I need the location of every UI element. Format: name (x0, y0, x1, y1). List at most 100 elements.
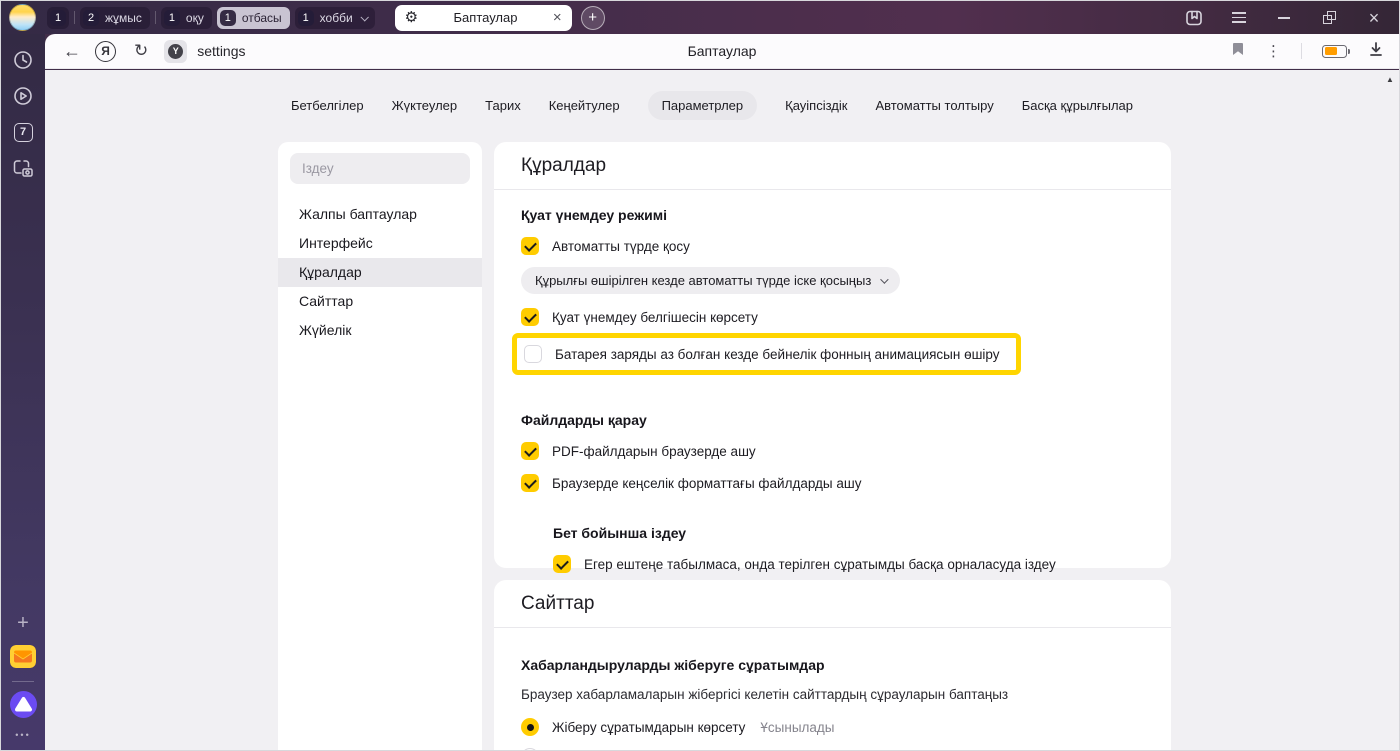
scrollbar-up-icon[interactable]: ▲ (1384, 75, 1396, 84)
checkbox-label[interactable]: Автоматты түрде қосу (552, 239, 690, 254)
active-tab-settings[interactable]: ⚙ Баптаулар × (395, 5, 572, 31)
back-icon[interactable]: ← (63, 41, 81, 62)
sidebar-item-tools[interactable]: Құралдар (278, 258, 482, 287)
profile-avatar[interactable] (9, 4, 36, 31)
alice-assistant-icon[interactable] (10, 691, 37, 718)
tab-group-count: 2 (83, 10, 99, 26)
new-tab-button[interactable]: + (581, 6, 605, 30)
tools-card-body: Қуат үнемдеу режимі Автоматты түрде қосу… (494, 207, 1171, 573)
checkbox-label[interactable]: Қуат үнемдеу белгішесін көрсету (552, 310, 758, 325)
toolbar-right: ⋮ (1230, 40, 1385, 63)
sites-card: Сайттар Хабарландыруларды жіберуге сұрат… (494, 580, 1171, 751)
tab-settings[interactable]: Параметрлер (648, 91, 758, 120)
tab-downloads[interactable]: Жүктеулер (392, 98, 458, 113)
tab-group-work[interactable]: 2 жұмыс (80, 7, 150, 29)
settings-page: ▲ Бетбелгілер Жүктеулер Тарих Кеңейтулер… (45, 70, 1399, 750)
checkbox-row-show-icon: Қуат үнемдеу белгішесін көрсету (521, 308, 1144, 326)
checkbox-checked-icon[interactable] (521, 237, 539, 255)
settings-sidebar-list: Жалпы баптаулар Интерфейс Құралдар Сайтт… (278, 200, 482, 345)
menu-icon[interactable] (1230, 9, 1248, 27)
history-icon[interactable] (9, 46, 37, 74)
checkbox-label[interactable]: Батарея заряды аз болған кезде бейнелік … (555, 347, 1000, 362)
checkbox-label[interactable]: Егер ештеңе табылмаса, онда терілген сұр… (584, 557, 1056, 572)
checkbox-checked-icon[interactable] (521, 474, 539, 492)
tab-groups: 1 2 жұмыс 1 оқу 1 отбасы 1 хобби (47, 7, 375, 29)
tab-autofill[interactable]: Автоматты толтыру (875, 98, 993, 113)
yandex-logo-icon[interactable]: Я (95, 41, 116, 62)
sidebar-item-sites[interactable]: Сайттар (278, 287, 482, 316)
checkbox-checked-icon[interactable] (521, 442, 539, 460)
notifications-description: Браузер хабарламаларын жібергісі келетін… (521, 687, 1144, 702)
radio-label[interactable]: Жіберу сұратымдарын көрсету (552, 720, 745, 735)
tab-bookmarks[interactable]: Бетбелгілер (291, 98, 364, 113)
address-bar-url[interactable]: settings (197, 43, 245, 59)
page-favicon: Y (164, 40, 187, 63)
checkbox-row-office: Браузерде кеңселік форматтағы файлдарды … (521, 474, 1144, 492)
tabs-counter-icon[interactable]: 7 (9, 118, 37, 146)
tab-history[interactable]: Тарих (485, 98, 521, 113)
chevron-down-icon (360, 13, 368, 21)
tab-group-hobby[interactable]: 1 хобби (295, 7, 375, 29)
side-panel: 7 + (1, 34, 45, 750)
page-search-subsection-title: Бет бойынша іздеу (553, 525, 1144, 541)
tab-group-count: 1 (220, 10, 236, 26)
tab-security[interactable]: Қауіпсіздік (785, 98, 847, 113)
tab-group-separator (155, 11, 156, 24)
tools-card: Құралдар Қуат үнемдеу режимі Автоматты т… (494, 142, 1171, 568)
files-section-title: Файлдарды қарау (521, 412, 1144, 428)
main-column: ← Я ↻ Y settings Баптаулар ⋮ (45, 34, 1399, 750)
sidebar-item-general[interactable]: Жалпы баптаулар (278, 200, 482, 229)
tab-group-study[interactable]: 1 оқу (161, 7, 212, 29)
add-panel-icon[interactable]: + (9, 609, 37, 637)
tab-panels-icon[interactable] (1185, 9, 1203, 27)
settings-nav: Бетбелгілер Жүктеулер Тарих Кеңейтулер П… (45, 70, 1379, 140)
checkbox-checked-icon[interactable] (553, 555, 571, 573)
tab-group-1[interactable]: 1 (47, 7, 69, 29)
toolbar-separator (1301, 43, 1302, 59)
battery-icon[interactable] (1322, 45, 1347, 58)
more-icon[interactable]: ••• (15, 730, 30, 740)
gear-icon: ⚙ (405, 10, 418, 25)
settings-sidebar: Жалпы баптаулар Интерфейс Құралдар Сайтт… (278, 142, 482, 750)
sidebar-item-interface[interactable]: Интерфейс (278, 229, 482, 258)
checkbox-label[interactable]: PDF-файлдарын браузерде ашу (552, 444, 756, 459)
yandex-mail-icon[interactable] (10, 645, 36, 668)
checkbox-row-auto-enable: Автоматты түрде қосу (521, 237, 1144, 255)
tab-group-family-selected[interactable]: 1 отбасы (217, 7, 290, 29)
tab-group-label: хобби (320, 11, 353, 25)
refresh-icon[interactable]: ↻ (134, 41, 148, 61)
download-icon[interactable] (1367, 40, 1385, 63)
restore-button[interactable] (1320, 9, 1338, 27)
search-input[interactable] (290, 153, 470, 184)
sites-card-title: Сайттар (494, 580, 1171, 628)
checkbox-checked-icon[interactable] (521, 308, 539, 326)
radio-row-show-requests: Жіберу сұратымдарын көрсету Ұсынылады (521, 718, 1144, 736)
tab-close-icon[interactable]: × (553, 10, 562, 25)
tab-group-label: отбасы (242, 11, 282, 25)
sites-card-body: Хабарландыруларды жіберуге сұратымдар Бр… (494, 657, 1171, 751)
tab-extensions[interactable]: Кеңейтулер (549, 98, 620, 113)
checkbox-unchecked-icon[interactable] (524, 345, 542, 363)
titlebar: 1 2 жұмыс 1 оқу 1 отбасы 1 хобби (1, 1, 1400, 34)
tab-other-devices[interactable]: Басқа құрылғылар (1022, 98, 1133, 113)
video-icon[interactable] (9, 82, 37, 110)
chevron-down-icon (880, 275, 888, 283)
page-title: Баптаулар (45, 43, 1399, 59)
checkbox-label[interactable]: Браузерде кеңселік форматтағы файлдарды … (552, 476, 861, 491)
browser-window: 1 2 жұмыс 1 оқу 1 отбасы 1 хобби (0, 0, 1400, 751)
close-button[interactable]: × (1365, 9, 1383, 27)
bookmark-icon[interactable] (1230, 41, 1246, 62)
power-mode-dropdown[interactable]: Құрылғы өшірілген кезде автоматты түрде … (521, 267, 900, 294)
minimize-button[interactable] (1275, 9, 1293, 27)
screenshot-icon[interactable] (9, 154, 37, 182)
checkbox-row-pdf: PDF-файлдарын браузерде ашу (521, 442, 1144, 460)
tab-group-label: оқу (186, 11, 204, 25)
radio-selected-icon[interactable] (521, 718, 539, 736)
tab-group-separator (74, 11, 75, 24)
kebab-menu-icon[interactable]: ⋮ (1266, 42, 1281, 60)
checkbox-row-other-layout: Егер ештеңе табылмаса, онда терілген сұр… (553, 555, 1144, 573)
sidebar-item-system[interactable]: Жүйелік (278, 316, 482, 345)
tab-group-count: 1 (298, 10, 314, 26)
dropdown-label: Құрылғы өшірілген кезде автоматты түрде … (535, 273, 871, 288)
tab-title: Баптаулар (418, 10, 553, 25)
